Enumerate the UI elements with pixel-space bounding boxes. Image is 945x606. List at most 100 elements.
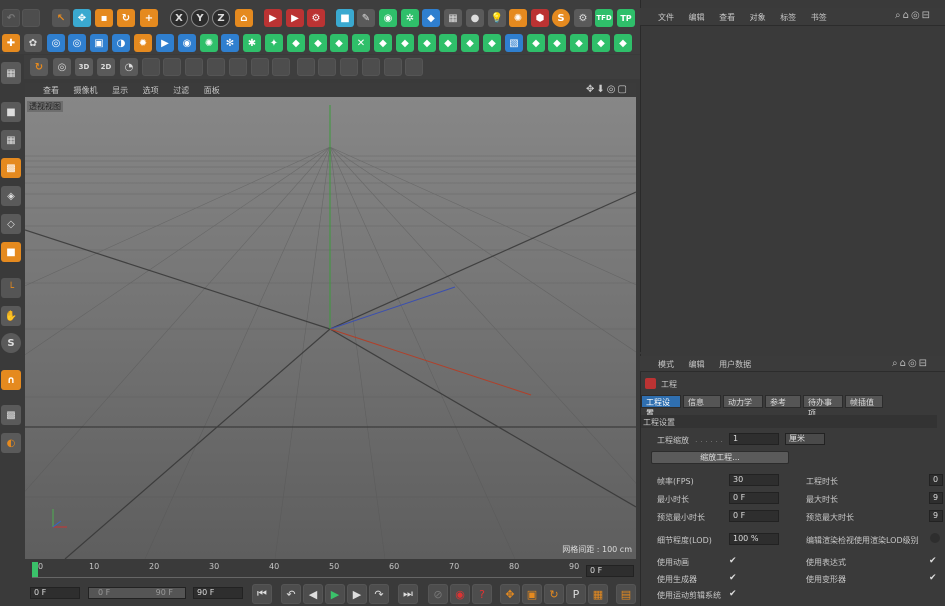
scale-input[interactable]: 1: [729, 433, 779, 445]
om-search-icon[interactable]: ⌕⌂◎⊟: [895, 10, 932, 21]
om-menu-view[interactable]: 查看: [719, 13, 735, 22]
tab-todo[interactable]: 待办事项: [803, 395, 843, 418]
perspective-viewport[interactable]: 透视视图 网格间距 : 100 cm: [25, 97, 636, 559]
plugin-icon-5[interactable]: ◑: [112, 34, 130, 52]
deformer-icon[interactable]: ◆: [422, 9, 440, 27]
plugin-icon-17[interactable]: ◆: [374, 34, 392, 52]
tab-dynamics[interactable]: 动力学: [723, 395, 763, 408]
plugin-icon-24[interactable]: ◆: [527, 34, 545, 52]
tool-2d-icon[interactable]: 2D: [97, 58, 115, 76]
start-frame-field[interactable]: 0 F: [30, 587, 80, 599]
light-icon[interactable]: 💡: [488, 9, 506, 27]
tab-key-interpolation[interactable]: 帧插值: [845, 395, 883, 408]
plugin-icon-1[interactable]: ✿: [24, 34, 42, 52]
lock-workplane-icon[interactable]: ▩: [1, 405, 21, 425]
prev-frame-icon[interactable]: ◀: [303, 584, 323, 604]
plugin-icon-7[interactable]: ▶: [156, 34, 174, 52]
use-expressions-checkbox[interactable]: ✔: [929, 556, 939, 566]
plugin-icon-28[interactable]: ◆: [614, 34, 632, 52]
tool-icon-14[interactable]: [318, 58, 336, 76]
effector-icon[interactable]: ✺: [509, 9, 527, 27]
model-mode-icon[interactable]: ■: [1, 102, 21, 122]
go-to-start-icon[interactable]: ⏮: [252, 584, 272, 604]
xpresso-icon[interactable]: ⬢: [531, 9, 549, 27]
plugin-icon-12[interactable]: ✦: [265, 34, 283, 52]
use-generators-checkbox[interactable]: ✔: [729, 573, 739, 583]
tab-referencing[interactable]: 参考: [765, 395, 801, 408]
timeline-ruler[interactable]: 0 10 20 30 40 50 60 70 80 90: [32, 562, 582, 578]
plugin-icon-21[interactable]: ◆: [461, 34, 479, 52]
tool-icon-12[interactable]: [272, 58, 290, 76]
tool-icon-2[interactable]: ◎: [53, 58, 71, 76]
viewport-menu-options[interactable]: 选项: [143, 86, 159, 95]
next-key-icon[interactable]: ↷: [369, 584, 389, 604]
plugin-icon-11[interactable]: ✱: [243, 34, 261, 52]
polygons-mode-icon[interactable]: ■: [1, 242, 21, 262]
snap-s-icon[interactable]: S: [1, 333, 21, 353]
array-icon[interactable]: ✲: [401, 9, 419, 27]
plugin-s-icon[interactable]: S: [552, 9, 570, 27]
lod-editor-checkbox[interactable]: [930, 533, 940, 543]
key-rotation-icon[interactable]: ↻: [544, 584, 564, 604]
tool-icon-15[interactable]: [340, 58, 358, 76]
end-frame-field[interactable]: 90 F: [193, 587, 243, 599]
render-settings-icon[interactable]: ⚙: [307, 9, 325, 27]
tool-icon-13[interactable]: [297, 58, 315, 76]
plugin-icon-18[interactable]: ◆: [396, 34, 414, 52]
om-menu-file[interactable]: 文件: [658, 13, 674, 22]
range-slider[interactable]: 0 F 90 F: [88, 587, 186, 599]
magnet-icon[interactable]: ∩: [1, 370, 21, 390]
floor-icon[interactable]: ▦: [444, 9, 462, 27]
snap-icon[interactable]: ✚: [2, 34, 20, 52]
attr-header-icons[interactable]: ⌕⌂◎⊟: [892, 358, 929, 369]
plugin-icon-26[interactable]: ◆: [570, 34, 588, 52]
tab-project-settings[interactable]: 工程设置: [641, 395, 681, 418]
plugin-icon-13[interactable]: ◆: [287, 34, 305, 52]
redo-icon[interactable]: [22, 9, 40, 27]
tweak-icon[interactable]: ✋: [1, 306, 21, 326]
tool-3d-icon[interactable]: 3D: [75, 58, 93, 76]
viewport-menu-view[interactable]: 查看: [43, 86, 59, 95]
y-axis-icon[interactable]: Y: [191, 9, 209, 27]
om-menu-tags[interactable]: 标签: [780, 13, 796, 22]
scale-project-button[interactable]: 缩放工程...: [651, 451, 789, 464]
key-scale-icon[interactable]: ▣: [522, 584, 542, 604]
scale-icon[interactable]: ▪: [95, 9, 113, 27]
rotate-icon[interactable]: ↻: [117, 9, 135, 27]
add-icon[interactable]: +: [140, 9, 158, 27]
plugin-icon-6[interactable]: ✹: [134, 34, 152, 52]
plugin-icon-20[interactable]: ◆: [439, 34, 457, 52]
plugin-icon-25[interactable]: ◆: [548, 34, 566, 52]
edges-mode-icon[interactable]: ◇: [1, 214, 21, 234]
tp-icon[interactable]: TP: [617, 9, 635, 27]
tab-info[interactable]: 信息: [683, 395, 721, 408]
om-menu-bookmarks[interactable]: 书签: [811, 13, 827, 22]
texture-mode-icon[interactable]: ▦: [1, 130, 21, 150]
autokey-icon[interactable]: ◉: [450, 584, 470, 604]
use-animation-checkbox[interactable]: ✔: [729, 556, 739, 566]
cube-icon[interactable]: ■: [336, 9, 354, 27]
tool-icon-17[interactable]: [384, 58, 402, 76]
preview-min-input[interactable]: 0 F: [729, 510, 779, 522]
render-picture-icon[interactable]: ▶: [286, 9, 304, 27]
plugin-icon-14[interactable]: ◆: [309, 34, 327, 52]
plugin-icon-16[interactable]: ✕: [352, 34, 370, 52]
current-frame-field[interactable]: 0 F: [586, 565, 634, 577]
tool-icon-7[interactable]: [163, 58, 181, 76]
plugin-icon-15[interactable]: ◆: [330, 34, 348, 52]
x-axis-icon[interactable]: X: [170, 9, 188, 27]
fps-input[interactable]: 30: [729, 474, 779, 486]
tfd-icon[interactable]: TFD: [595, 9, 613, 27]
tool-icon-9[interactable]: [207, 58, 225, 76]
om-menu-edit[interactable]: 编辑: [689, 13, 705, 22]
workplane-icon[interactable]: ▩: [1, 158, 21, 178]
play-icon[interactable]: ▶: [325, 584, 345, 604]
attr-menu-mode[interactable]: 模式: [658, 360, 674, 369]
axis-mode-icon[interactable]: └: [1, 278, 21, 298]
camera-icon[interactable]: ●: [466, 9, 484, 27]
go-to-end-icon[interactable]: ⏭: [398, 584, 418, 604]
plugin-icon-4[interactable]: ▣: [90, 34, 108, 52]
z-axis-icon[interactable]: Z: [212, 9, 230, 27]
plugin-icon-23[interactable]: ▧: [505, 34, 523, 52]
live-select-icon[interactable]: ↖: [52, 9, 70, 27]
